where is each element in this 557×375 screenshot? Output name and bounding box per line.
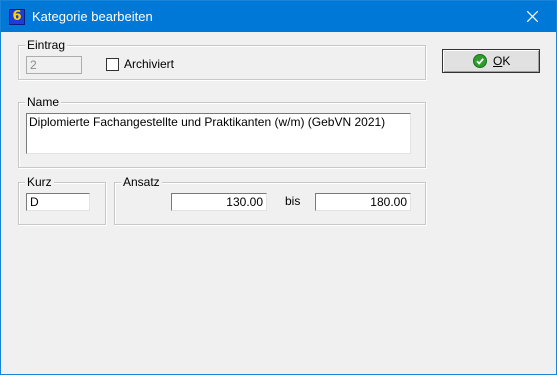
close-icon [527,11,538,22]
ok-button[interactable]: OK [442,49,540,73]
kurz-field[interactable]: D [26,193,90,211]
ok-button-label: OK [493,54,511,68]
kurz-legend: Kurz [25,175,54,189]
dialog-window: 6 Kategorie bearbeiten Eintrag 2 Archivi… [0,0,557,375]
name-field[interactable]: Diplomierte Fachangestellte und Praktika… [26,113,411,154]
check-circle-icon [473,54,487,68]
window-title: Kategorie bearbeiten [32,9,153,24]
ansatz-from-field[interactable]: 130.00 [171,193,267,211]
eintrag-group: Eintrag 2 Archiviert [18,38,426,80]
archiviert-checkbox[interactable] [106,58,119,71]
eintrag-field[interactable]: 2 [26,56,82,74]
ansatz-group: Ansatz 130.00 bis 180.00 [114,175,426,225]
name-group: Name Diplomierte Fachangestellte und Pra… [18,95,426,168]
eintrag-legend: Eintrag [25,38,68,52]
kurz-group: Kurz D [18,175,106,225]
ansatz-to-field[interactable]: 180.00 [315,193,411,211]
bis-label: bis [285,194,301,208]
name-legend: Name [25,95,62,109]
title-bar: 6 Kategorie bearbeiten [1,1,556,32]
archiviert-label[interactable]: Archiviert [124,57,174,71]
app-6-icon: 6 [9,9,25,25]
close-button[interactable] [510,1,556,32]
ansatz-legend: Ansatz [121,175,162,189]
